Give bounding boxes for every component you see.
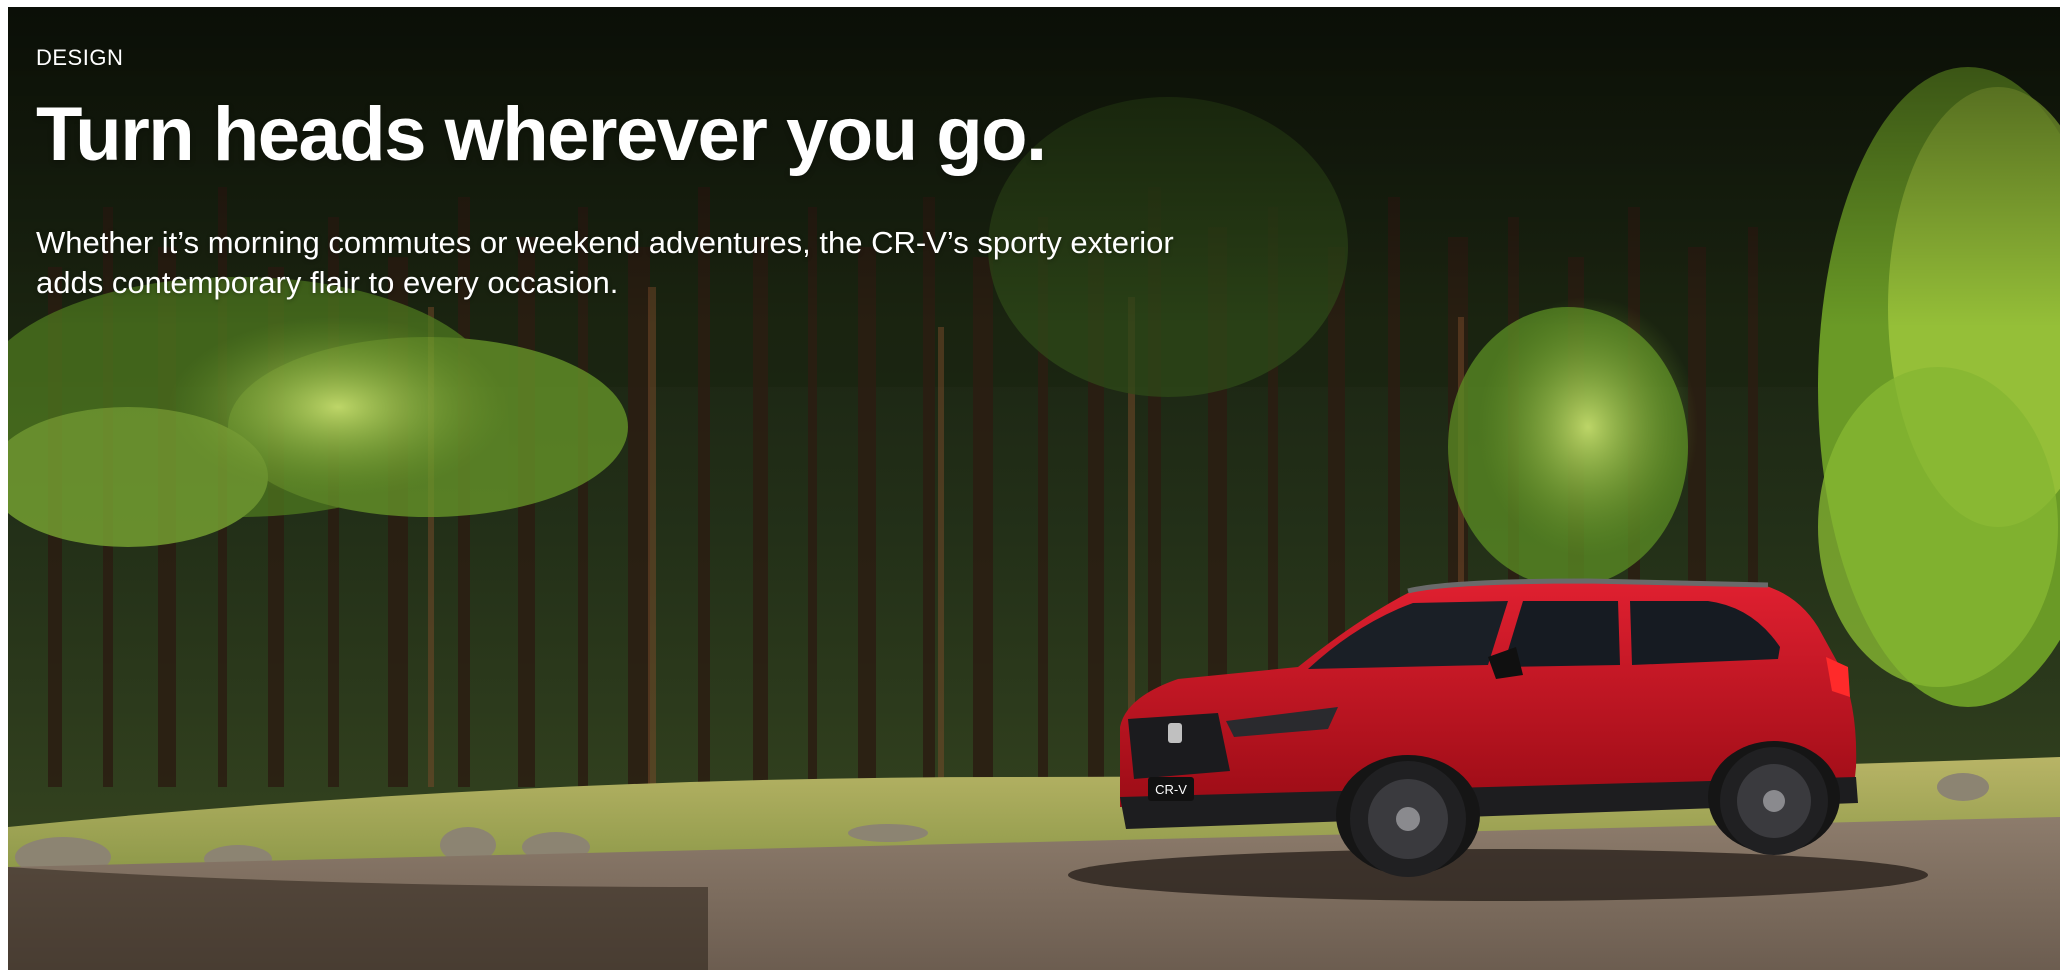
section-headline: Turn heads wherever you go. <box>36 92 1047 177</box>
section-body: Whether it’s morning commutes or weekend… <box>36 225 1174 300</box>
crv-badge: CR-V <box>1155 782 1187 797</box>
design-hero-section: CR-V DESIGN Turn heads wherever you go. … <box>8 7 2060 970</box>
section-eyebrow: DESIGN <box>36 45 124 70</box>
